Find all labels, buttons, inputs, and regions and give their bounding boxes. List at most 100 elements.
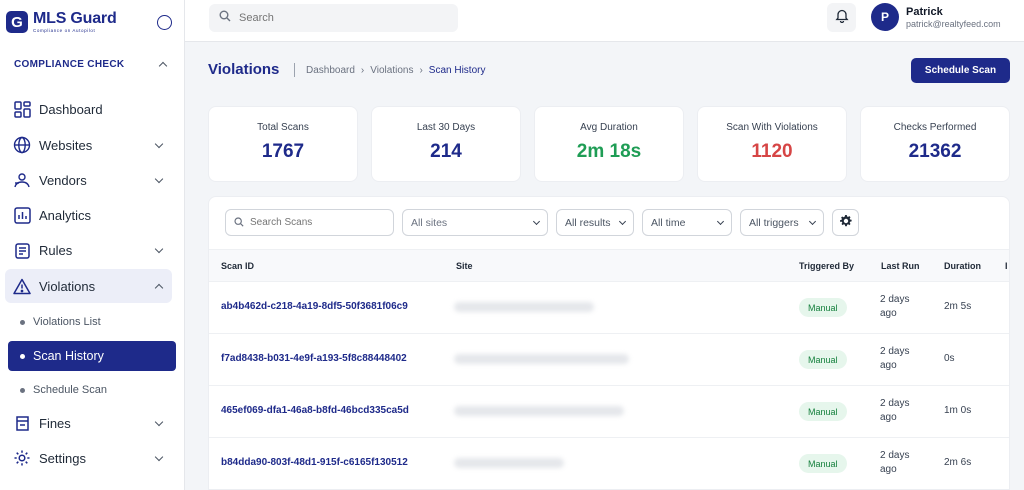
breadcrumb-divider [294, 63, 295, 77]
trigger-filter-select[interactable]: All triggers [740, 209, 824, 236]
table-row[interactable]: 465ef069-dfa1-46a8-b8fd-46bcd335ca5d Man… [209, 386, 1009, 438]
stat-label: Total Scans [257, 122, 309, 133]
sidebar-item-violations[interactable]: Violations [5, 269, 172, 303]
site-value-redacted [454, 458, 564, 468]
results-filter-value: All results [565, 216, 611, 229]
sidebar-subitem-scan-history[interactable]: Scan History [8, 341, 176, 371]
table-row[interactable]: f7ad8438-b031-4e9f-a193-5f8c88448402 Man… [209, 334, 1009, 386]
sidebar-subitem-violations-list[interactable]: Violations List [8, 307, 176, 337]
table-settings-button[interactable] [832, 209, 859, 236]
chevron-down-icon [618, 217, 627, 225]
sidebar-subitem-label: Schedule Scan [33, 384, 107, 396]
column-header-duration[interactable]: Duration [944, 261, 981, 271]
duration-value: 0s [944, 353, 955, 364]
last-run-value: 2 days ago [880, 294, 910, 319]
stat-label: Scan With Violations [726, 122, 818, 133]
sidebar-item-label: Violations [39, 278, 96, 294]
stat-label: Checks Performed [893, 122, 977, 133]
sidebar-item-dashboard[interactable]: Dashboard [5, 92, 172, 126]
logo-tagline: Compliance on Autopilot [33, 28, 96, 33]
user-name: Patrick [906, 6, 943, 18]
notifications-button[interactable] [827, 3, 856, 32]
duration-value: 1m 0s [944, 405, 972, 416]
stat-label: Avg Duration [580, 122, 638, 133]
chevron-down-icon [808, 217, 817, 225]
results-filter-select[interactable]: All results [556, 209, 634, 236]
scan-id-link[interactable]: b84dda90-803f-48d1-915f-c6165f130512 [221, 457, 408, 468]
scan-id-link[interactable]: ab4b462d-c218-4a19-8df5-50f3681f06c9 [221, 301, 408, 312]
stat-card-avg-duration: Avg Duration 2m 18s [534, 106, 684, 182]
time-filter-select[interactable]: All time [642, 209, 732, 236]
site-value-redacted [454, 302, 594, 312]
sidebar-item-vendors[interactable]: Vendors [5, 163, 172, 197]
scan-history-table-card: All sites All results All time All trigg… [208, 196, 1010, 490]
scan-id-link[interactable]: f7ad8438-b031-4e9f-a193-5f8c88448402 [221, 353, 407, 364]
avatar[interactable]: P [871, 3, 899, 31]
trigger-badge: Manual [799, 298, 847, 317]
settings-icon [13, 449, 31, 467]
trigger-badge: Manual [799, 402, 847, 421]
chevron-up-icon [154, 283, 164, 292]
table-row[interactable]: ab4b462d-c218-4a19-8df5-50f3681f06c9 Man… [209, 282, 1009, 334]
chevron-down-icon [154, 244, 164, 253]
stat-card-checks-performed: Checks Performed 21362 [860, 106, 1010, 182]
search-input[interactable] [239, 12, 439, 24]
breadcrumb-scan-history: Scan History [428, 65, 486, 76]
search-icon [234, 214, 244, 232]
table-row[interactable]: b84dda90-803f-48d1-915f-c6165f130512 Man… [209, 438, 1009, 489]
schedule-scan-button[interactable]: Schedule Scan [911, 58, 1010, 83]
sidebar-item-settings[interactable]: Settings [5, 441, 172, 475]
sidebar-item-analytics[interactable]: Analytics [5, 198, 172, 232]
sidebar-item-label: Websites [39, 137, 93, 153]
search-icon [219, 9, 231, 27]
stat-card-total-scans: Total Scans 1767 [208, 106, 358, 182]
stat-value: 1120 [751, 141, 793, 162]
logo-title: MLS Guard [33, 10, 117, 27]
sidebar-item-label: Rules [39, 242, 73, 258]
bell-icon [834, 8, 849, 28]
stat-value: 214 [430, 141, 462, 162]
section-title: COMPLIANCE CHECK [14, 58, 125, 70]
sidebar-item-label: Analytics [39, 207, 92, 223]
breadcrumb-dashboard[interactable]: Dashboard [306, 65, 355, 76]
duration-value: 2m 6s [944, 457, 972, 468]
sidebar-item-rules[interactable]: Rules [5, 233, 172, 267]
bullet-icon [20, 387, 25, 393]
column-header-more: I [1005, 261, 1008, 271]
last-run-value: 2 days ago [880, 346, 910, 371]
section-compliance-check[interactable]: COMPLIANCE CHECK [14, 56, 168, 72]
scan-search[interactable] [225, 209, 394, 236]
warning-icon [13, 277, 31, 295]
site-filter-select[interactable]: All sites [402, 209, 548, 236]
sidebar-item-websites[interactable]: Websites [5, 128, 172, 162]
stat-value: 1767 [261, 141, 305, 162]
stat-label: Last 30 Days [416, 122, 476, 133]
chevron-down-icon [154, 174, 164, 183]
page-title: Violations [208, 61, 280, 78]
collapse-sidebar-icon[interactable] [157, 15, 172, 30]
column-header-site[interactable]: Site [456, 261, 473, 271]
trigger-filter-value: All triggers [749, 216, 799, 229]
sidebar-item-fines[interactable]: Fines [5, 406, 172, 440]
time-filter-value: All time [651, 216, 686, 229]
sidebar-item-label: Settings [39, 450, 86, 466]
bullet-icon [20, 353, 25, 359]
stat-value: 2m 18s [576, 141, 642, 162]
global-search[interactable] [209, 4, 458, 32]
last-run-value: 2 days ago [880, 450, 910, 475]
duration-value: 2m 5s [944, 301, 972, 312]
column-header-triggered-by[interactable]: Triggered By [799, 261, 854, 271]
site-value-redacted [454, 406, 624, 416]
sidebar-subitem-schedule-scan[interactable]: Schedule Scan [8, 375, 176, 405]
user-email: patrick@realtyfeed.com [906, 19, 1001, 29]
chevron-down-icon [154, 139, 164, 148]
scan-id-link[interactable]: 465ef069-dfa1-46a8-b8fd-46bcd335ca5d [221, 405, 409, 416]
breadcrumb-violations[interactable]: Violations [370, 65, 413, 76]
trigger-badge: Manual [799, 454, 847, 473]
chevron-down-icon [716, 217, 725, 225]
scan-search-input[interactable] [250, 217, 380, 228]
column-header-last-run[interactable]: Last Run [881, 261, 920, 271]
breadcrumb: Dashboard › Violations › Scan History [306, 65, 485, 76]
column-header-scan-id[interactable]: Scan ID [221, 261, 254, 271]
site-value-redacted [454, 354, 629, 364]
